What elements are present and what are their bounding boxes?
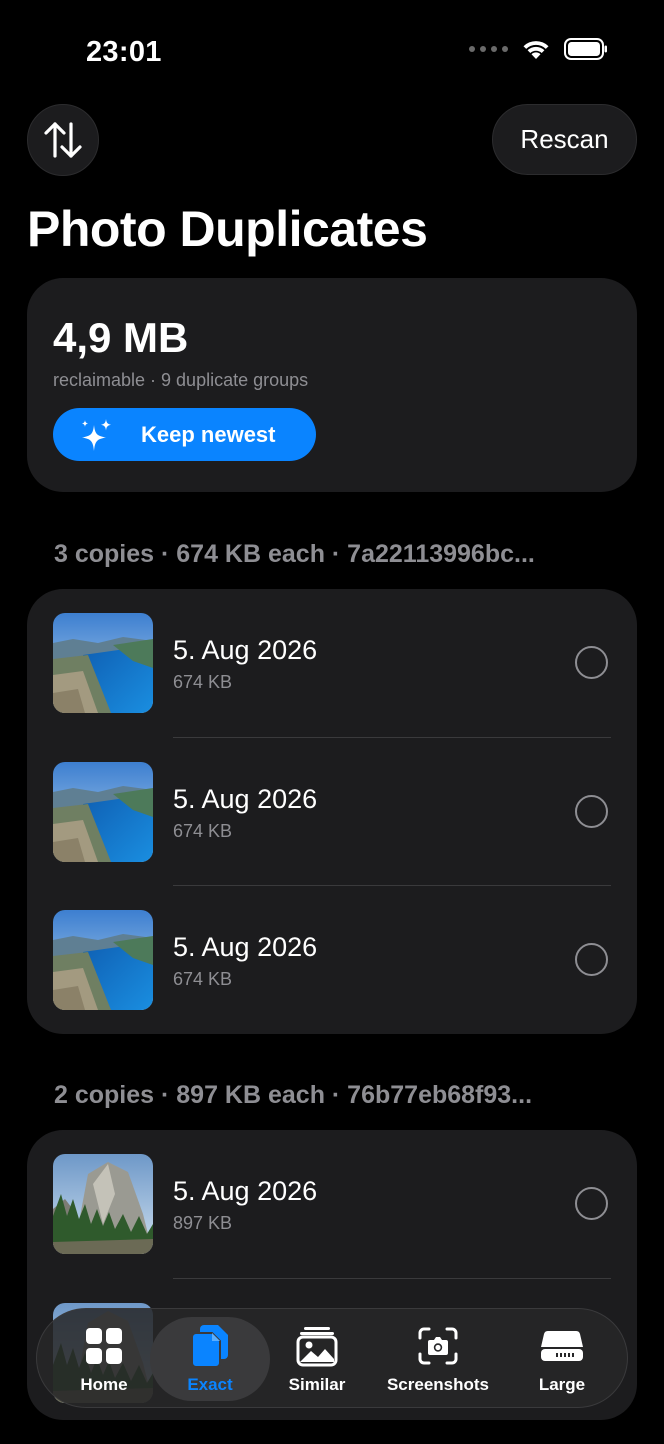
photo-size: 674 KB <box>173 969 233 989</box>
sparkles-icon <box>82 418 111 451</box>
sort-button[interactable] <box>27 104 99 176</box>
page-title: Photo Duplicates <box>27 201 428 257</box>
group-header: 3 copies · 674 KB each · 7a22113996bc... <box>54 540 535 568</box>
photo-thumbnail[interactable] <box>53 1154 153 1254</box>
status-time: 23:01 <box>86 36 162 68</box>
duplicate-group-card: 5. Aug 2026 674 KB 5. Aug 2026 674 KB 5.… <box>27 589 637 1034</box>
grid-icon <box>86 1328 122 1364</box>
photo-thumbnail[interactable] <box>53 910 153 1010</box>
keep-newest-label: Keep newest <box>141 421 276 447</box>
tab-label: Screenshots <box>386 1375 490 1394</box>
reclaimable-size: 4,9 MB <box>53 314 189 361</box>
wifi-icon <box>523 41 549 59</box>
select-radio[interactable] <box>575 794 608 828</box>
tab-bar: Home Exact Similar Screenshots Large <box>36 1308 628 1408</box>
summary-subtitle: reclaimable · 9 duplicate groups <box>53 370 309 390</box>
photo-row[interactable]: 5. Aug 2026 674 KB <box>27 886 637 1034</box>
keep-newest-button[interactable]: Keep newest <box>53 408 316 461</box>
tab-home[interactable]: Home <box>73 1309 135 1409</box>
photo-date: 5. Aug 2026 <box>173 635 318 665</box>
select-radio[interactable] <box>575 646 608 679</box>
tab-large[interactable]: Large <box>531 1309 593 1409</box>
photo-size: 674 KB <box>173 672 233 692</box>
group-header: 2 copies · 897 KB each · 76b77eb68f93... <box>54 1081 533 1109</box>
storage-drive-icon <box>541 1330 583 1361</box>
photo-date: 5. Aug 2026 <box>173 932 318 962</box>
tab-label: Exact <box>187 1375 233 1394</box>
tab-label: Large <box>538 1375 586 1394</box>
tab-exact[interactable]: Exact <box>170 1309 250 1409</box>
tab-similar[interactable]: Similar <box>277 1309 357 1409</box>
sort-arrows-icon <box>44 122 82 158</box>
photo-date: 5. Aug 2026 <box>173 783 318 814</box>
select-radio[interactable] <box>575 943 608 976</box>
battery-icon <box>564 38 607 60</box>
tab-screenshots[interactable]: Screenshots <box>382 1309 494 1409</box>
photo-thumbnail[interactable] <box>53 613 153 713</box>
cellular-signal-icon <box>469 46 508 52</box>
status-indicators <box>469 38 608 60</box>
summary-card: 4,9 MB reclaimable · 9 duplicate groups … <box>27 278 637 492</box>
photo-row[interactable]: 5. Aug 2026 674 KB <box>27 589 637 738</box>
photo-date: 5. Aug 2026 <box>173 1176 318 1206</box>
photo-row[interactable]: 5. Aug 2026 897 KB <box>27 1130 637 1279</box>
camera-viewfinder-icon <box>418 1327 458 1365</box>
tab-label: Similar <box>288 1375 346 1394</box>
tab-label: Home <box>80 1375 128 1394</box>
select-radio[interactable] <box>575 1187 608 1220</box>
photo-row[interactable]: 5. Aug 2026 674 KB <box>27 738 637 886</box>
photo-stack-icon <box>296 1327 338 1367</box>
photo-size: 674 KB <box>173 820 233 841</box>
duplicate-docs-icon <box>191 1325 228 1368</box>
rescan-button[interactable]: Rescan <box>492 104 637 175</box>
photo-size: 897 KB <box>173 1213 233 1233</box>
photo-thumbnail[interactable] <box>53 761 153 862</box>
